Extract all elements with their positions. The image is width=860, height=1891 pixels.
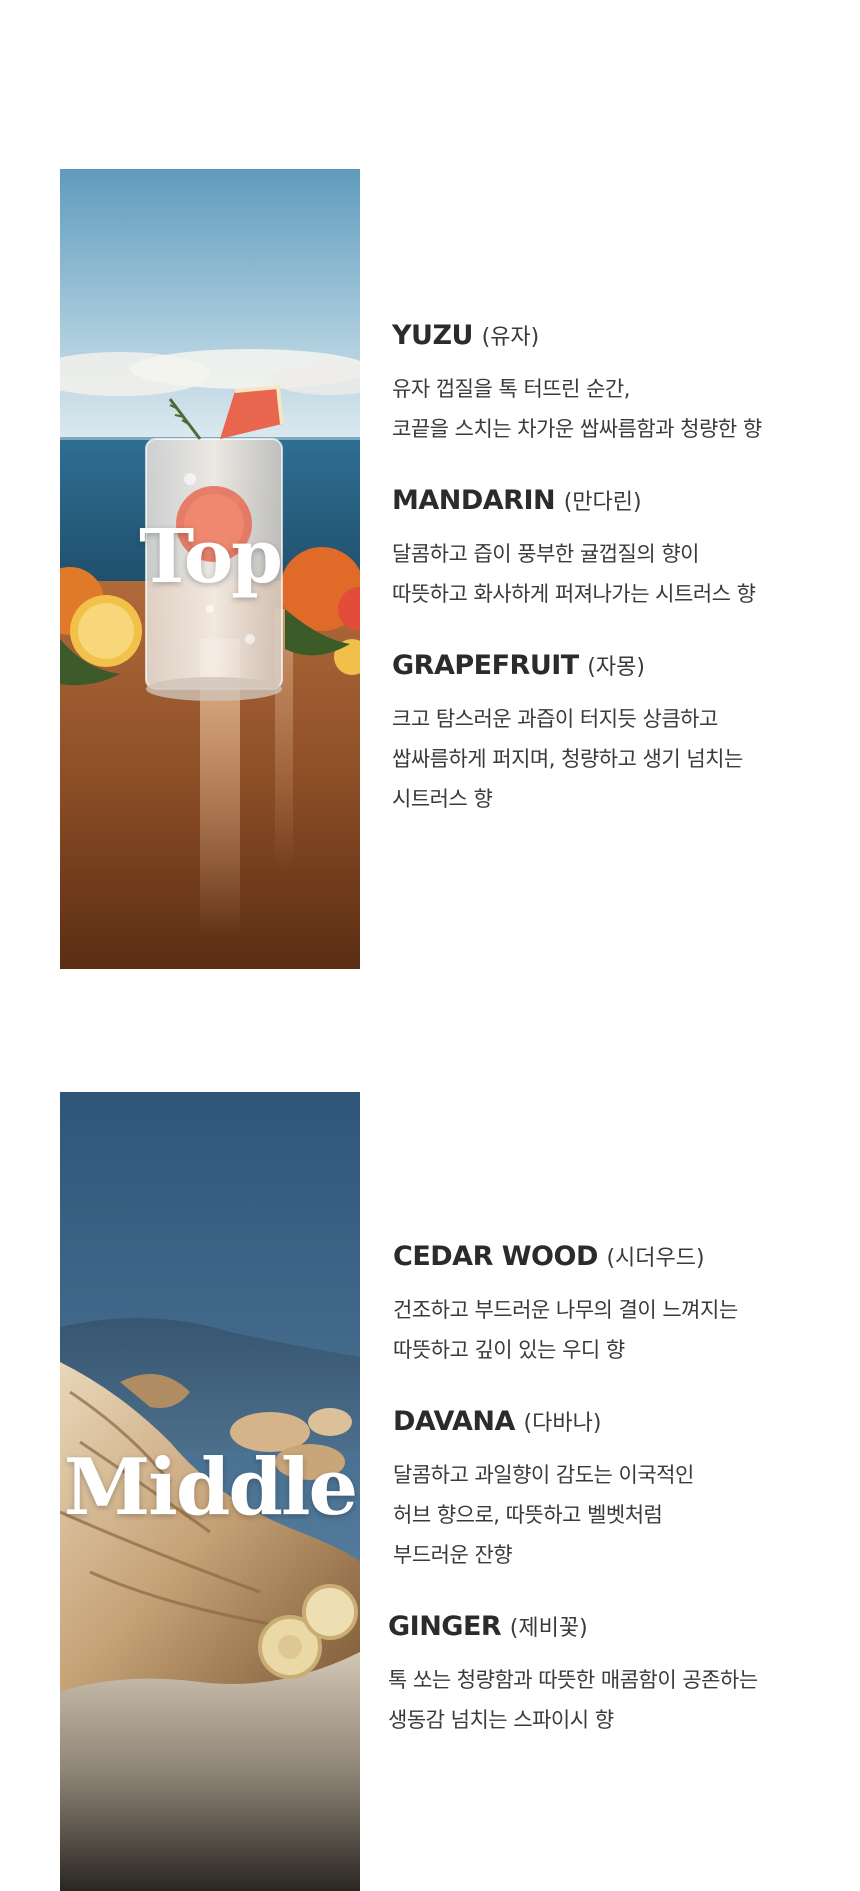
note-description: 톡 쏘는 청량함과 따뜻한 매콤함이 공존하는 생동감 넘치는 스파이시 향 [388, 1660, 828, 1740]
note-description-line: 따뜻하고 깊이 있는 우디 향 [393, 1338, 625, 1362]
note-name: GRAPEFRUIT [392, 650, 579, 681]
note-davana: DAVANA (다바나) 달콤하고 과일향이 감도는 이국적인 허브 향으로, … [393, 1405, 833, 1575]
note-title: GINGER (제비꽃) [388, 1610, 828, 1646]
note-name: CEDAR WOOD [393, 1241, 598, 1272]
note-title: MANDARIN (만다린) [392, 484, 832, 520]
note-description-line: 톡 쏘는 청량함과 따뜻한 매콤함이 공존하는 [388, 1668, 758, 1692]
note-description: 유자 껍질을 톡 터뜨린 순간, 코끝을 스치는 차가운 쌉싸름함과 청량한 향 [392, 369, 832, 449]
note-description-line: 유자 껍질을 톡 터뜨린 순간, [392, 377, 630, 401]
note-name: DAVANA [393, 1406, 515, 1437]
note-korean-name: (유자) [481, 325, 540, 350]
note-title: YUZU (유자) [392, 319, 832, 355]
note-description-line: 달콤하고 즙이 풍부한 귤껍질의 향이 [392, 542, 700, 566]
middle-notes-section: Middle CEDAR WOOD (시더우드) 건조하고 부드러운 나무의 결… [0, 1092, 860, 1891]
note-description: 건조하고 부드러운 나무의 결이 느껴지는 따뜻하고 깊이 있는 우디 향 [393, 1290, 833, 1370]
note-title: CEDAR WOOD (시더우드) [393, 1240, 833, 1276]
note-yuzu: YUZU (유자) 유자 껍질을 톡 터뜨린 순간, 코끝을 스치는 차가운 쌉… [392, 319, 832, 449]
note-description-line: 따뜻하고 화사하게 퍼져나가는 시트러스 향 [392, 582, 756, 606]
note-description-line: 달콤하고 과일향이 감도는 이국적인 [393, 1463, 694, 1487]
middle-notes-list: CEDAR WOOD (시더우드) 건조하고 부드러운 나무의 결이 느껴지는 … [0, 1092, 860, 1891]
note-description-line: 허브 향으로, 따뜻하고 벨벳처럼 [393, 1503, 663, 1527]
note-title: GRAPEFRUIT (자몽) [392, 649, 832, 685]
note-korean-name: (자몽) [587, 655, 645, 680]
note-description: 크고 탐스러운 과즙이 터지듯 상큼하고 쌉싸름하게 퍼지며, 청량하고 생기 … [392, 699, 832, 819]
note-grapefruit: GRAPEFRUIT (자몽) 크고 탐스러운 과즙이 터지듯 상큼하고 쌉싸름… [392, 649, 832, 819]
note-korean-name: (다바나) [523, 1411, 602, 1436]
note-korean-name: (만다린) [563, 490, 642, 515]
note-mandarin: MANDARIN (만다린) 달콤하고 즙이 풍부한 귤껍질의 향이 따뜻하고 … [392, 484, 832, 614]
note-description: 달콤하고 즙이 풍부한 귤껍질의 향이 따뜻하고 화사하게 퍼져나가는 시트러스… [392, 534, 832, 614]
note-description-line: 부드러운 잔향 [393, 1543, 513, 1567]
note-description-line: 건조하고 부드러운 나무의 결이 느껴지는 [393, 1298, 738, 1322]
note-description-line: 코끝을 스치는 차가운 쌉싸름함과 청량한 향 [392, 417, 762, 441]
note-title: DAVANA (다바나) [393, 1405, 833, 1441]
note-korean-name: (시더우드) [606, 1246, 705, 1271]
note-ginger: GINGER (제비꽃) 톡 쏘는 청량함과 따뜻한 매콤함이 공존하는 생동감… [388, 1610, 828, 1740]
note-korean-name: (제비꽃) [509, 1616, 588, 1641]
note-description-line: 시트러스 향 [392, 787, 493, 811]
note-cedar-wood: CEDAR WOOD (시더우드) 건조하고 부드러운 나무의 결이 느껴지는 … [393, 1240, 833, 1370]
note-description-line: 크고 탐스러운 과즙이 터지듯 상큼하고 [392, 707, 718, 731]
note-description: 달콤하고 과일향이 감도는 이국적인 허브 향으로, 따뜻하고 벨벳처럼 부드러… [393, 1455, 833, 1575]
top-notes-list: YUZU (유자) 유자 껍질을 톡 터뜨린 순간, 코끝을 스치는 차가운 쌉… [0, 169, 860, 969]
note-description-line: 생동감 넘치는 스파이시 향 [388, 1708, 614, 1732]
note-description-line: 쌉싸름하게 퍼지며, 청량하고 생기 넘치는 [392, 747, 743, 771]
top-notes-section: Top YUZU (유자) 유자 껍질을 톡 터뜨린 순간, 코끝을 스치는 차… [0, 169, 860, 969]
note-name: MANDARIN [392, 485, 556, 516]
note-name: YUZU [392, 320, 473, 351]
note-name: GINGER [388, 1611, 502, 1642]
